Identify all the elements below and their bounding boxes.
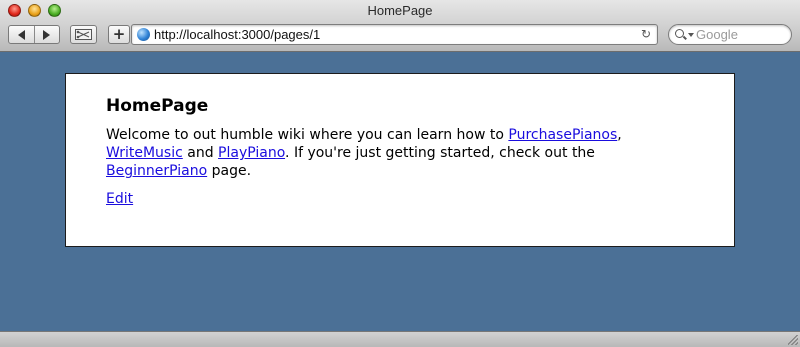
back-button[interactable] [9, 26, 34, 43]
resize-grip-icon[interactable] [788, 335, 798, 345]
window-title: HomePage [367, 3, 433, 18]
snapback-button[interactable] [70, 25, 97, 44]
forward-button[interactable] [33, 26, 60, 43]
search-input[interactable] [696, 27, 786, 42]
page-body-paragraph: Welcome to out humble wiki where you can… [106, 126, 694, 180]
address-bar[interactable]: http://localhost:3000/pages/1 ↻ [131, 24, 658, 45]
middle-text: . If you're just getting started, check … [285, 145, 595, 161]
back-forward-group [8, 25, 60, 44]
purchase-pianos-link[interactable]: PurchasePianos [508, 127, 617, 143]
snapback-icon [75, 29, 92, 40]
end-text: page. [207, 163, 252, 179]
page-title: HomePage [106, 96, 209, 116]
search-box[interactable] [668, 24, 792, 45]
page-content: HomePage Welcome to out humble wiki wher… [65, 73, 735, 247]
browser-toolbar: HomePage + http://localhost:3000/pages/1… [0, 0, 800, 52]
status-bar [0, 331, 800, 347]
add-bookmark-button[interactable]: + [108, 25, 130, 44]
and-text: and [182, 145, 219, 161]
beginner-piano-link[interactable]: BeginnerPiano [106, 163, 207, 179]
comma-text: , [617, 127, 622, 143]
search-icon [675, 29, 684, 38]
url-text[interactable]: http://localhost:3000/pages/1 [154, 27, 320, 42]
forward-arrow-icon [43, 29, 51, 40]
intro-text: Welcome to out humble wiki where you can… [106, 127, 509, 143]
edit-paragraph: Edit [106, 190, 694, 208]
edit-link[interactable]: Edit [106, 191, 133, 207]
chevron-down-icon[interactable] [688, 33, 694, 37]
write-music-link[interactable]: WriteMusic [106, 145, 183, 161]
reload-icon[interactable]: ↻ [641, 27, 651, 41]
browser-window: HomePage + http://localhost:3000/pages/1… [0, 0, 800, 347]
play-piano-link[interactable]: PlayPiano [218, 145, 285, 161]
back-arrow-icon [17, 29, 25, 40]
globe-icon [137, 28, 150, 41]
